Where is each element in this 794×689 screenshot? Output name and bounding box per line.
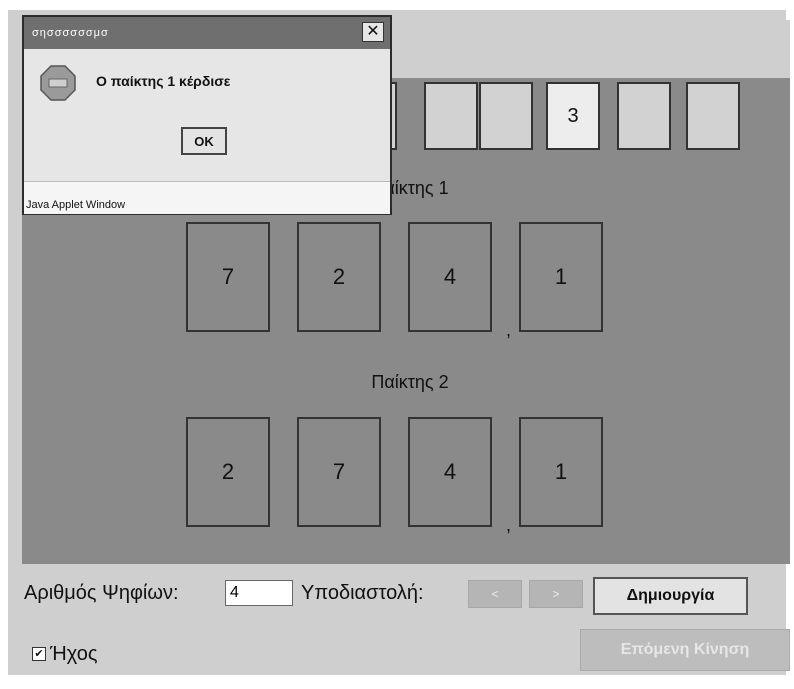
- decimal-label: Υποδιαστολή:: [301, 582, 424, 604]
- player2-card-2[interactable]: 7: [297, 417, 381, 527]
- player2-card-3[interactable]: 4: [408, 417, 492, 527]
- player2-decimal-comma: ,: [506, 515, 512, 535]
- player2-card-1[interactable]: 2: [186, 417, 270, 527]
- ok-button[interactable]: OK: [181, 127, 227, 155]
- player2-card-4[interactable]: 1: [519, 417, 603, 527]
- close-icon[interactable]: ✕: [362, 22, 384, 42]
- dialog-body: Ο παίκτης 1 κέρδισε OK: [24, 49, 390, 181]
- decimal-right-button[interactable]: >: [529, 580, 583, 608]
- slot-3[interactable]: [479, 82, 533, 150]
- slot-2[interactable]: [424, 82, 478, 150]
- decimal-left-button[interactable]: <: [468, 580, 522, 608]
- slot-4[interactable]: 3: [546, 82, 600, 150]
- player1-card-3[interactable]: 4: [408, 222, 492, 332]
- player2-label: Παίκτης 2: [371, 372, 449, 392]
- sound-checkbox[interactable]: ✔: [32, 647, 46, 661]
- player1-card-4[interactable]: 1: [519, 222, 603, 332]
- slot-6[interactable]: [686, 82, 740, 150]
- stop-icon: [40, 65, 76, 101]
- digits-label: Αριθμός Ψηφίων:: [24, 582, 179, 604]
- player1-card-2[interactable]: 2: [297, 222, 381, 332]
- player1-decimal-comma: ,: [506, 320, 512, 340]
- applet-window-label: Java Applet Window: [26, 199, 126, 211]
- digits-input[interactable]: [225, 580, 293, 606]
- dialog-titlebar[interactable]: σησσσσσσμσ ✕: [24, 17, 390, 49]
- dialog-footer: Java Applet Window: [24, 181, 390, 214]
- winner-dialog: σησσσσσσμσ ✕ Ο παίκτης 1 κέρδισε OK Java…: [22, 15, 392, 215]
- dialog-message: Ο παίκτης 1 κέρδισε: [96, 73, 231, 89]
- next-move-button[interactable]: Επόμενη Κίνηση: [580, 629, 790, 671]
- player1-card-1[interactable]: 7: [186, 222, 270, 332]
- create-button[interactable]: Δημιουργία: [593, 577, 748, 615]
- sound-label: Ήχος: [50, 643, 98, 665]
- dialog-title: σησσσσσσμσ: [32, 27, 109, 39]
- slot-5[interactable]: [617, 82, 671, 150]
